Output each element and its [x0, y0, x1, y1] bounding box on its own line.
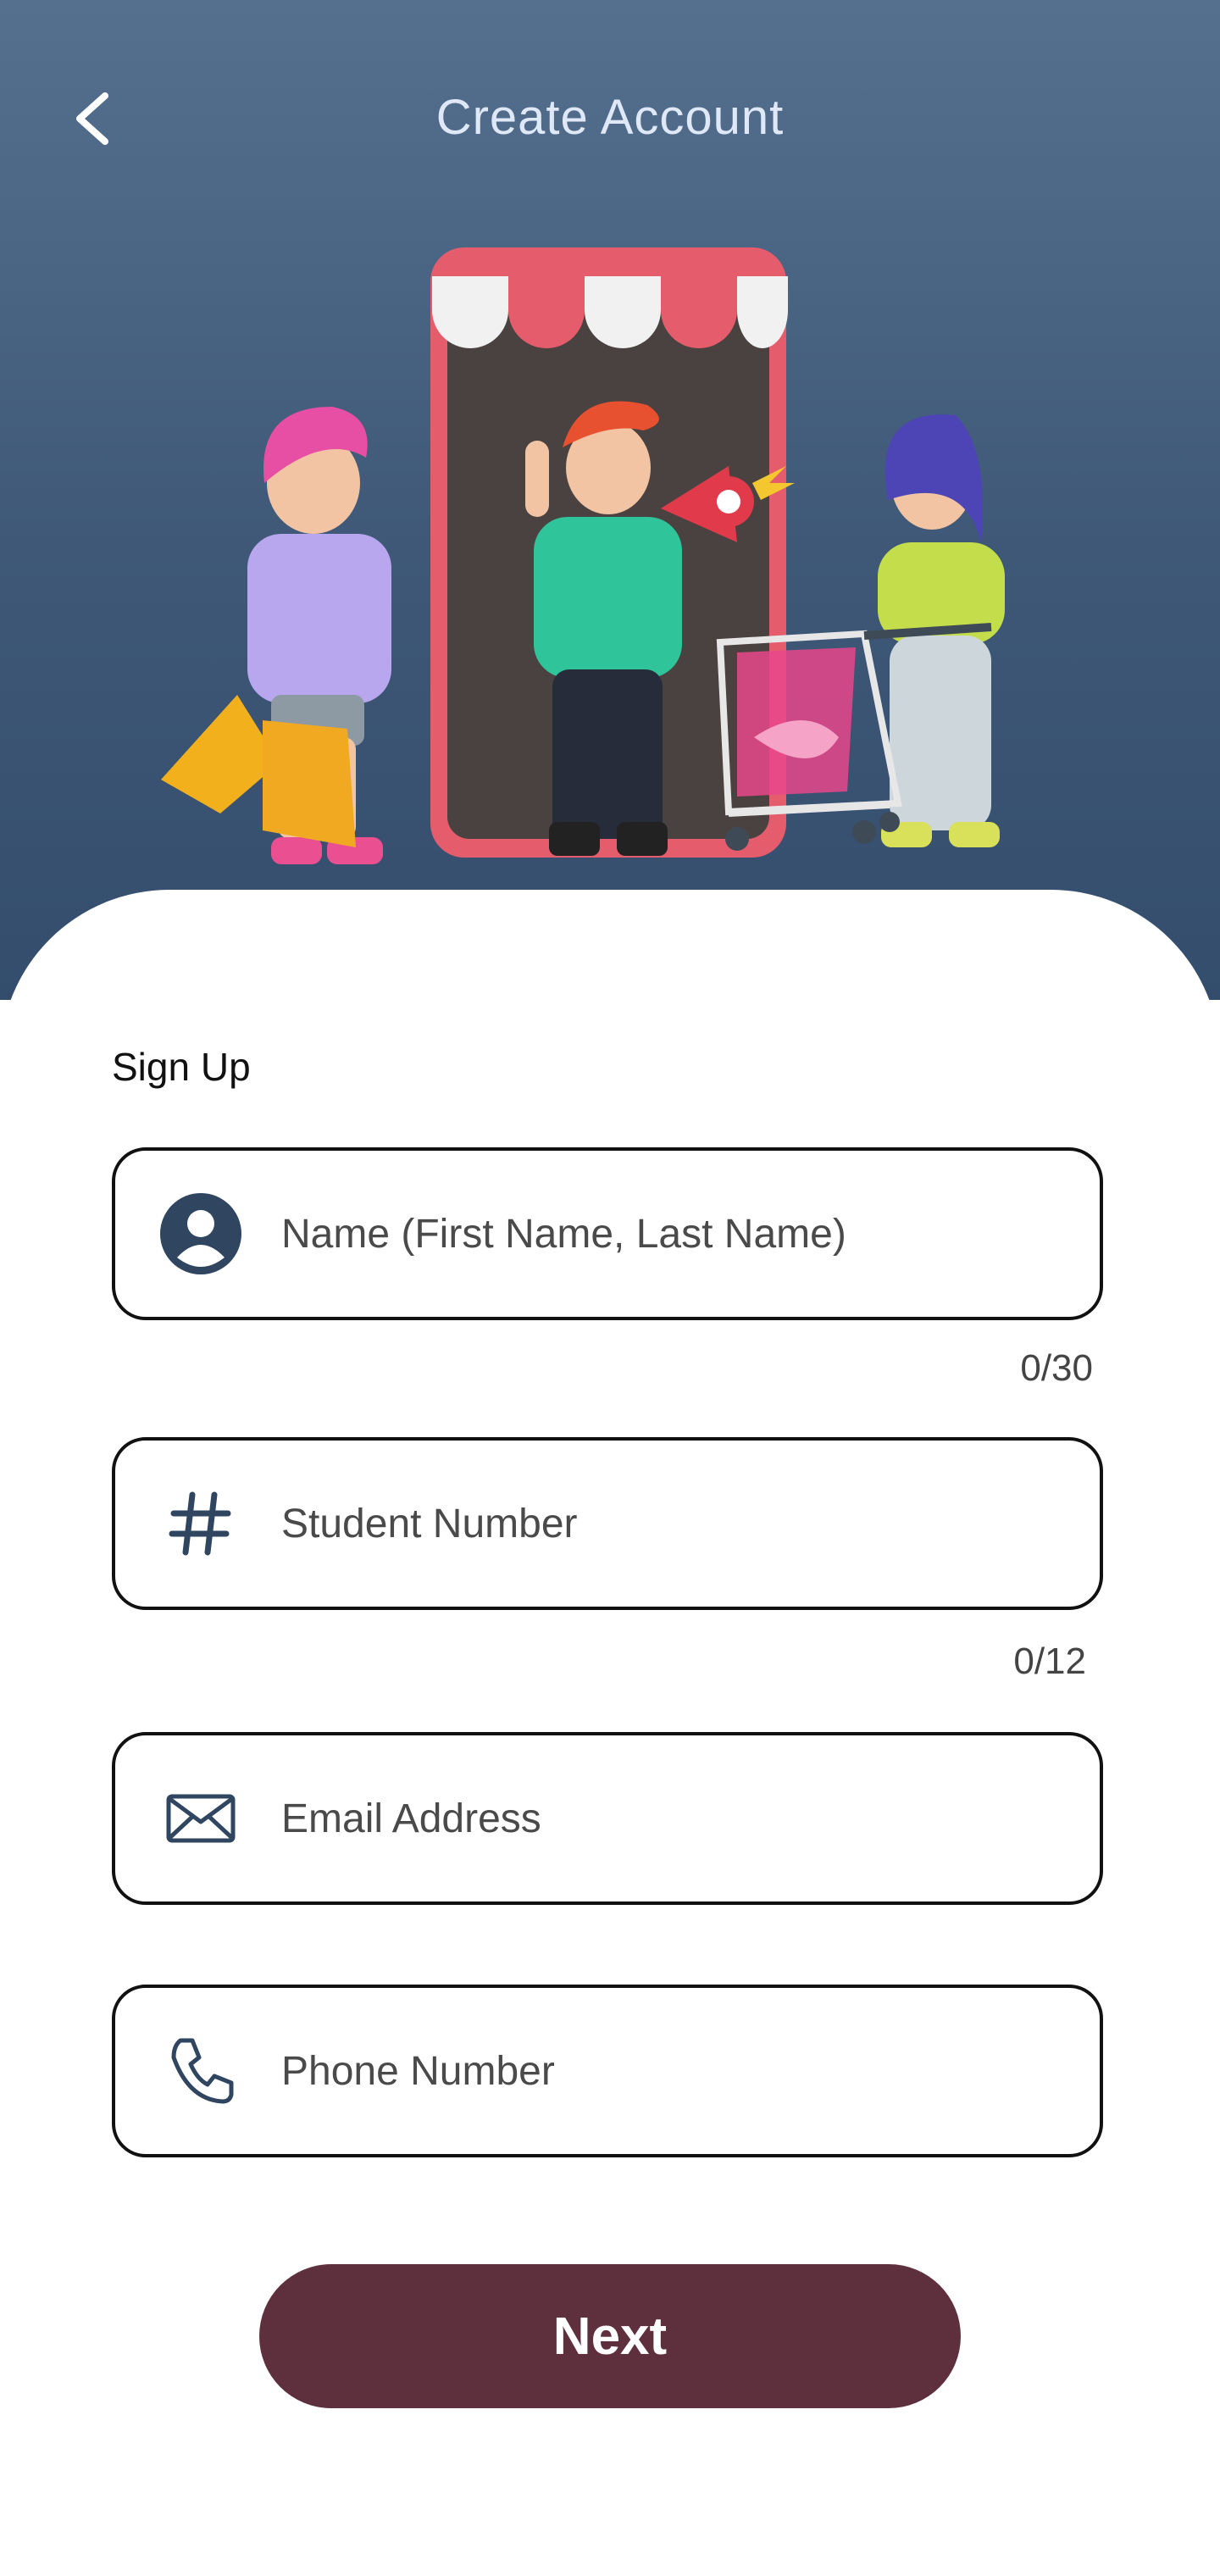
- name-char-counter: 0/30: [1020, 1347, 1093, 1389]
- name-field[interactable]: [112, 1147, 1103, 1320]
- next-button[interactable]: Next: [259, 2264, 961, 2408]
- name-input[interactable]: [280, 1209, 1045, 1258]
- phone-icon: [154, 2024, 247, 2118]
- signup-label: Sign Up: [112, 1045, 251, 1089]
- hash-icon: [154, 1477, 247, 1570]
- phone-input[interactable]: [280, 2046, 1045, 2096]
- phone-field[interactable]: [112, 1985, 1103, 2157]
- email-input[interactable]: [280, 1794, 1045, 1843]
- page-title: Create Account: [435, 90, 785, 145]
- student-number-input[interactable]: [280, 1499, 1045, 1548]
- shopping-illustration: [161, 247, 1005, 864]
- user-avatar-icon: [154, 1187, 247, 1280]
- header-banner: Create Account: [0, 0, 1220, 1000]
- envelope-icon: [154, 1772, 247, 1865]
- student-number-char-counter: 0/12: [1013, 1641, 1086, 1682]
- student-number-field[interactable]: [112, 1437, 1103, 1610]
- email-field[interactable]: [112, 1732, 1103, 1905]
